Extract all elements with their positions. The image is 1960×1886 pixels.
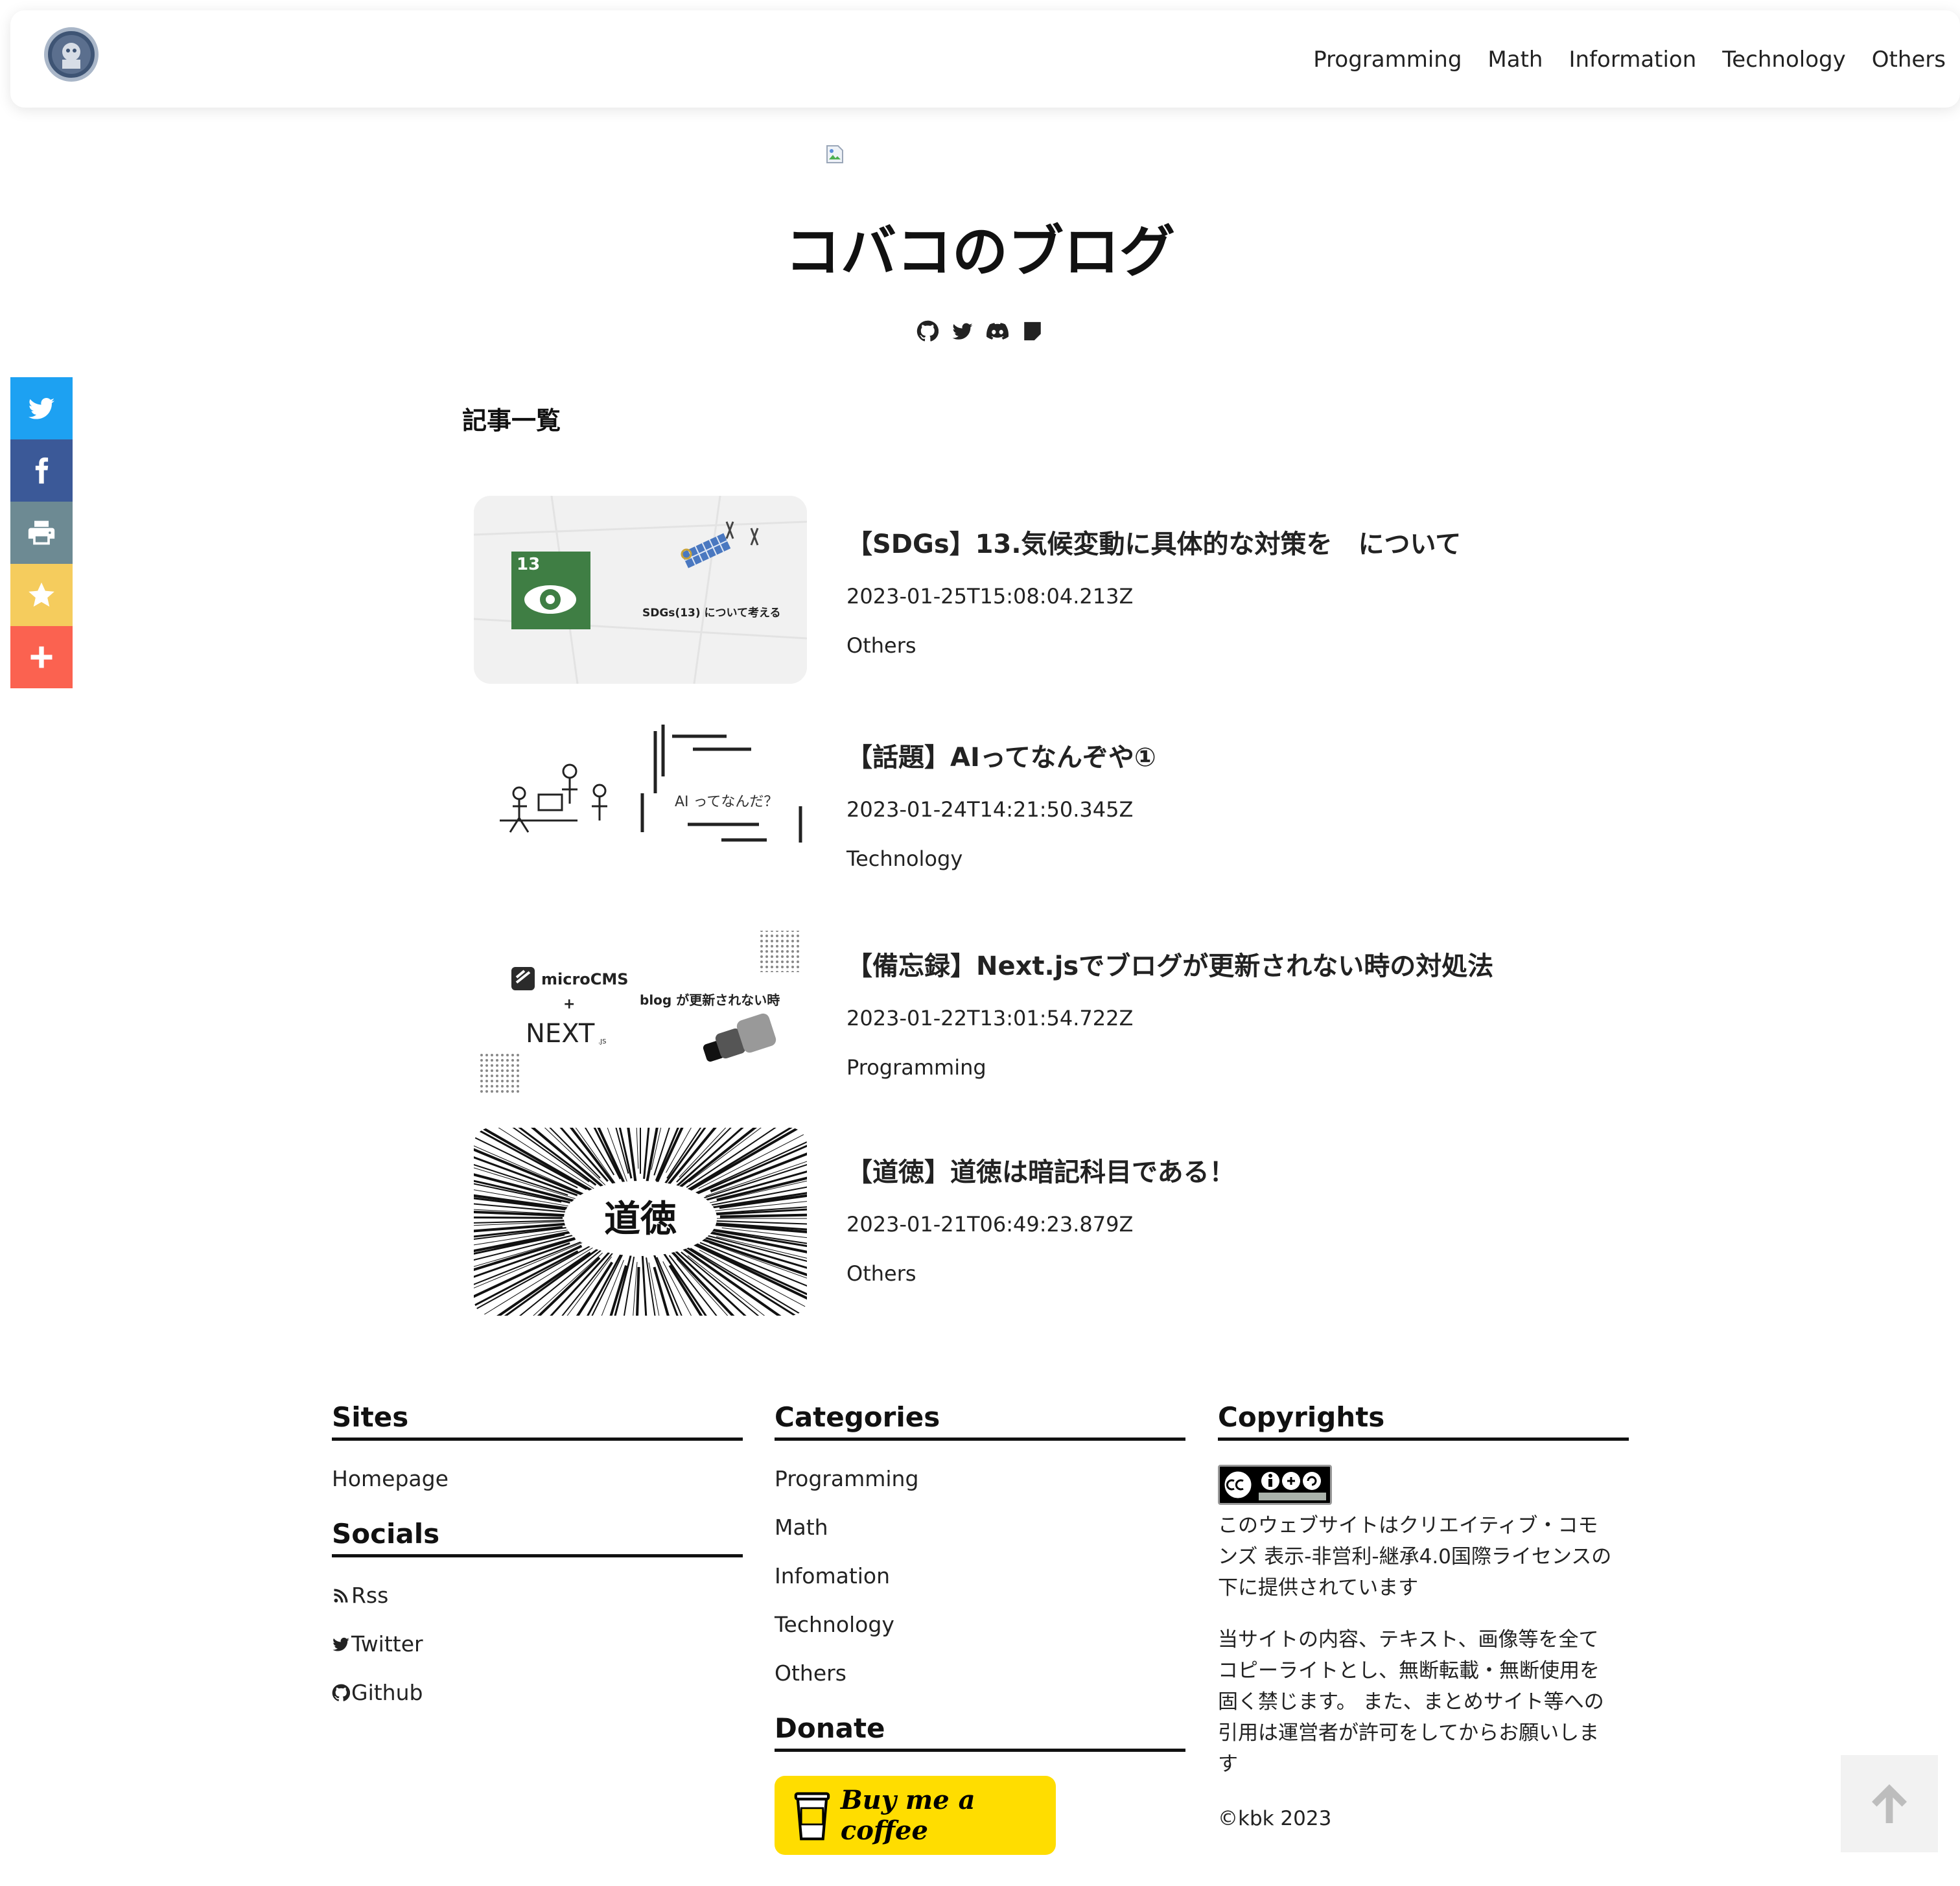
article-card[interactable]: 道徳 【道徳】道徳は暗記科目である！ 2023-01-21T06:49:23.8… <box>474 1128 1543 1316</box>
article-date: 2023-01-22T13:01:54.722Z <box>846 1006 1134 1030</box>
nav-technology[interactable]: Technology <box>1722 47 1845 73</box>
thumbnail-caption: SDGs(13) について考える <box>642 606 781 620</box>
buy-me-a-coffee-button[interactable]: Buy me a coffee <box>775 1776 1056 1855</box>
footer-link-twitter[interactable]: Twitter <box>332 1631 423 1657</box>
share-more-button[interactable] <box>10 626 73 688</box>
footer-link-label: Twitter <box>351 1631 423 1657</box>
footer-divider <box>332 1554 743 1557</box>
notice-line: 固く禁じます。 また、まとめサイト等への <box>1218 1690 1604 1714</box>
footer-divider <box>1218 1438 1629 1441</box>
github-icon <box>332 1684 350 1701</box>
twitter-icon <box>28 398 55 419</box>
buy-me-a-coffee-label: Buy me a coffee <box>840 1785 975 1846</box>
rss-icon <box>334 1589 348 1602</box>
footer-category-information[interactable]: Infomation <box>775 1563 890 1589</box>
article-title[interactable]: 【備忘録】Next.jsでブログが更新されない時の対処法 <box>846 945 1493 983</box>
share-twitter-button[interactable] <box>10 377 73 439</box>
article-thumbnail: 13 SDGs(13) について考える <box>474 496 807 684</box>
article-thumbnail: microCMS + NEXT .JS blog が更新されない時 <box>474 918 807 1106</box>
nav-programming[interactable]: Programming <box>1313 47 1462 73</box>
speed-line <box>474 1216 563 1219</box>
twitter-icon[interactable] <box>951 320 974 342</box>
plus-icon <box>30 646 52 668</box>
footer-link-rss[interactable]: Rss <box>332 1583 388 1608</box>
scroll-to-top-button[interactable] <box>1841 1755 1938 1852</box>
cc-license-badge[interactable] <box>1218 1465 1332 1505</box>
share-favorite-button[interactable] <box>10 564 73 626</box>
footer-category-math[interactable]: Math <box>775 1515 828 1540</box>
article-category[interactable]: Others <box>846 1261 916 1286</box>
site-logo[interactable] <box>44 27 99 82</box>
footer-divider <box>332 1438 743 1441</box>
footer-copyrights-heading: Copyrights <box>1218 1401 1385 1433</box>
footer-link-label: Github <box>351 1680 423 1705</box>
footer-divider <box>775 1749 1185 1752</box>
print-icon <box>28 520 55 545</box>
hero-social-icons <box>0 320 1960 342</box>
footer-categories-heading: Categories <box>775 1401 940 1433</box>
discord-icon[interactable] <box>986 320 1009 342</box>
article-category[interactable]: Technology <box>846 846 962 871</box>
thumbnail-brand: NEXT <box>526 1019 595 1049</box>
cc-license-line: 下に提供されています <box>1218 1576 1419 1600</box>
article-thumbnail: 道徳 <box>474 1128 807 1316</box>
thumbnail-plus: + <box>563 996 575 1012</box>
star-icon <box>29 582 54 607</box>
article-card[interactable]: AI ってなんだ？ 【話題】AIってなんぞや① 2023-01-24T14:21… <box>474 709 1543 897</box>
github-icon[interactable] <box>916 320 939 342</box>
thumbnail-caption: 道徳 <box>604 1198 677 1240</box>
footer-category-technology[interactable]: Technology <box>775 1612 894 1637</box>
footer-category-others[interactable]: Others <box>775 1660 846 1686</box>
notice-line: 引用は運営者が許可をしてからお願いしま <box>1218 1721 1600 1745</box>
article-date: 2023-01-24T14:21:50.345Z <box>846 797 1134 822</box>
nav-math[interactable]: Math <box>1488 47 1543 73</box>
article-thumbnail: AI ってなんだ？ <box>474 709 807 897</box>
article-card[interactable]: 13 SDGs(13) について考える 【SDGs】13.気候変動に具体的な対策… <box>474 496 1543 684</box>
note-icon[interactable] <box>1021 320 1044 342</box>
notice-line: す <box>1218 1752 1238 1776</box>
facebook-icon <box>35 457 49 484</box>
footer-link-label: Rss <box>351 1583 389 1608</box>
notice-line: 当サイトの内容、テキスト、画像等を全て <box>1218 1628 1599 1651</box>
footer-category-programming[interactable]: Programming <box>775 1466 918 1491</box>
twitter-icon <box>332 1637 349 1651</box>
copyright-year: ©kbk 2023 <box>1218 1807 1332 1830</box>
footer-donate-heading: Donate <box>775 1712 885 1744</box>
cc-license-text: このウェブサイトはクリエイティブ・コモ ンズ 表示-非営利-継承4.0国際ライセ… <box>1218 1510 1639 1603</box>
svg-text:13: 13 <box>517 555 540 574</box>
main-nav: Programming Math Information Technology … <box>1313 47 1946 73</box>
cc-license-line[interactable]: ンズ 表示-非営利-継承4.0国際ライセンスの <box>1218 1541 1639 1572</box>
notice-line: コピーライトとし、無断転載・無断使用を <box>1218 1659 1600 1682</box>
cc-license-line: このウェブサイトはクリエイティブ・コモ <box>1218 1514 1598 1537</box>
article-title[interactable]: 【SDGs】13.気候変動に具体的な対策を について <box>846 523 1461 561</box>
thumbnail-caption: blog が更新されない時 <box>640 992 780 1008</box>
share-facebook-button[interactable] <box>10 439 73 502</box>
thumbnail-brand: .JS <box>598 1038 606 1045</box>
broken-image-icon <box>826 145 843 163</box>
article-card[interactable]: microCMS + NEXT .JS blog が更新されない時 【備忘録】N… <box>474 918 1543 1106</box>
thumbnail-brand: microCMS <box>541 970 629 988</box>
footer-sites-heading: Sites <box>332 1401 409 1433</box>
footer-link-github[interactable]: Github <box>332 1680 423 1705</box>
article-category[interactable]: Programming <box>846 1055 986 1080</box>
article-title[interactable]: 【道徳】道徳は暗記科目である！ <box>846 1151 1235 1189</box>
article-date: 2023-01-25T15:08:04.213Z <box>846 584 1134 609</box>
article-title[interactable]: 【話題】AIってなんぞや① <box>846 736 1156 774</box>
copyright-notice: 当サイトの内容、テキスト、画像等を全て コピーライトとし、無断転載・無断使用を … <box>1218 1624 1639 1780</box>
share-bar <box>10 377 73 688</box>
footer-link-homepage[interactable]: Homepage <box>332 1466 449 1491</box>
arrow-up-icon <box>1872 1784 1907 1823</box>
site-header: Programming Math Information Technology … <box>10 10 1960 108</box>
article-list-heading: 記事一覧 <box>462 406 561 435</box>
article-date: 2023-01-21T06:49:23.879Z <box>846 1212 1134 1237</box>
footer-divider <box>775 1438 1185 1441</box>
article-category[interactable]: Others <box>846 633 916 658</box>
thumbnail-caption: AI ってなんだ？ <box>675 794 778 810</box>
site-title: コバコのブログ <box>785 220 1175 285</box>
footer-socials-heading: Socials <box>332 1518 440 1550</box>
nav-others[interactable]: Others <box>1872 47 1946 73</box>
nav-information[interactable]: Information <box>1569 47 1696 73</box>
coffee-cup-icon <box>794 1792 830 1841</box>
share-print-button[interactable] <box>10 502 73 564</box>
